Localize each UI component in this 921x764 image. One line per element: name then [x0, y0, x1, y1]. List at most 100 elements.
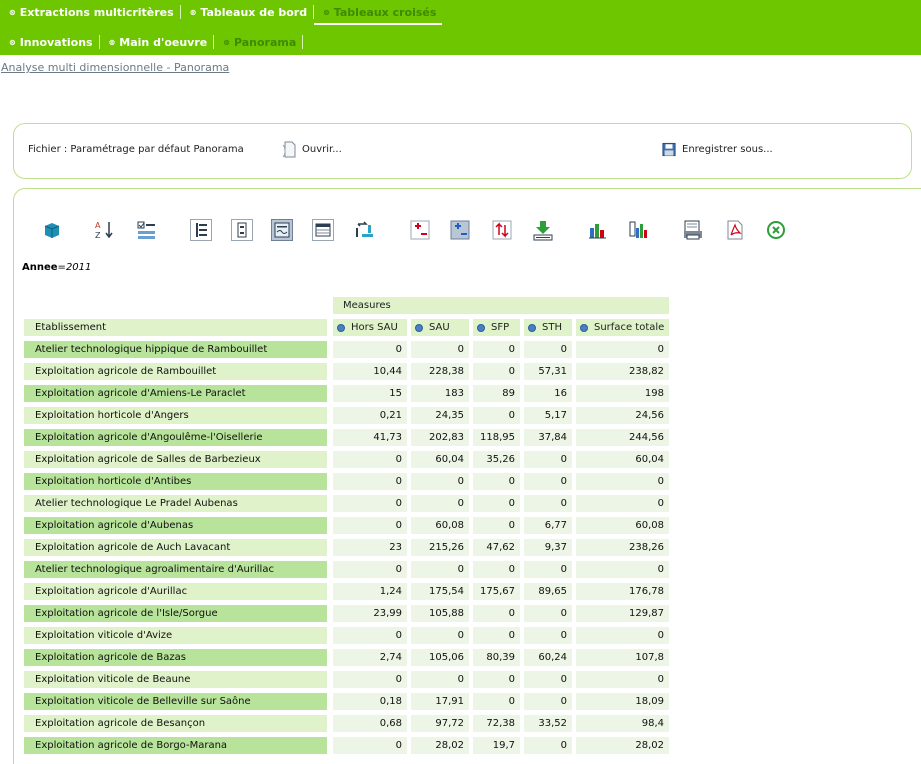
table-cell: 176,78 — [576, 583, 669, 600]
export-download-icon[interactable] — [531, 218, 555, 242]
row-label[interactable]: Exploitation agricole de l'Isle/Sorgue — [24, 605, 327, 622]
breadcrumb-link[interactable]: Analyse multi dimensionnelle - Panorama — [1, 61, 229, 74]
row-label[interactable]: Exploitation agricole de Borgo-Marana — [24, 737, 327, 754]
column-header[interactable]: SAU — [411, 319, 469, 336]
add-blue-icon[interactable] — [448, 218, 472, 242]
table-cell: 57,31 — [524, 363, 572, 380]
column-header[interactable]: Hors SAU — [333, 319, 407, 336]
nav-item-panorama[interactable]: ⊗ Panorama — [214, 36, 302, 49]
nav-item-label: Tableaux croisés — [333, 5, 437, 19]
table-cell: 0 — [576, 473, 669, 490]
row-label[interactable]: Exploitation horticole d'Antibes — [24, 473, 327, 490]
save-as-label: Enregistrer sous... — [682, 144, 773, 155]
table-cell: 60,08 — [411, 517, 469, 534]
nav-item-extractions[interactable]: ⊗ Extractions multicritères — [0, 6, 180, 19]
table-cell: 0 — [524, 605, 572, 622]
sort-updown-icon[interactable] — [490, 218, 514, 242]
row-label[interactable]: Atelier technologique agroalimentaire d'… — [24, 561, 327, 578]
nav-item-tableaux-de-bord[interactable]: ⊗ Tableaux de bord — [181, 6, 313, 19]
filter-key: Annee — [22, 262, 58, 273]
save-as-button[interactable]: Enregistrer sous... — [662, 141, 773, 158]
bar-chart-icon[interactable] — [586, 218, 610, 242]
add-red-icon[interactable] — [408, 218, 432, 242]
row-label[interactable]: Exploitation viticole de Belleville sur … — [24, 693, 327, 710]
table-cell: 47,62 — [473, 539, 520, 556]
table-cell: 244,56 — [576, 429, 669, 446]
row-label[interactable]: Atelier technologique Le Pradel Aubenas — [24, 495, 327, 512]
table-cell: 0 — [333, 495, 407, 512]
table-cell: 60,04 — [411, 451, 469, 468]
table-cell: 0 — [524, 341, 572, 358]
chart-view-icon[interactable] — [271, 219, 293, 241]
bar-chart-table-icon[interactable] — [627, 218, 651, 242]
table-cell: 215,26 — [411, 539, 469, 556]
row-label[interactable]: Exploitation agricole d'Amiens-Le Paracl… — [24, 385, 327, 402]
row-label[interactable]: Atelier technologique hippique de Rambou… — [24, 341, 327, 358]
column-header-label: SAU — [429, 322, 450, 333]
table-cell: 0 — [576, 341, 669, 358]
nav-item-innovations[interactable]: ⊗ Innovations — [0, 36, 99, 49]
checklist-icon[interactable] — [135, 218, 159, 242]
table-cell: 24,35 — [411, 407, 469, 424]
table-cell: 0 — [333, 451, 407, 468]
open-button[interactable]: Ouvrir... — [282, 141, 342, 158]
table-cell: 129,87 — [576, 605, 669, 622]
table-cell: 60,08 — [576, 517, 669, 534]
column-header-label: SFP — [491, 322, 510, 333]
table-cell: 18,09 — [576, 693, 669, 710]
pdf-icon[interactable] — [723, 218, 747, 242]
table-cell: 0 — [333, 473, 407, 490]
expand-rows-icon[interactable] — [190, 219, 212, 241]
table-cell: 0 — [473, 473, 520, 490]
nav-item-tableaux-croises[interactable]: ⊗ Tableaux croisés — [314, 5, 443, 25]
row-label[interactable]: Exploitation agricole d'Aubenas — [24, 517, 327, 534]
measure-bullet-icon — [580, 323, 588, 332]
table-cell: 60,04 — [576, 451, 669, 468]
row-label[interactable]: Exploitation agricole de Rambouillet — [24, 363, 327, 380]
file-label: Fichier : Paramétrage par défaut Panoram… — [28, 144, 244, 155]
table-cell: 0 — [473, 693, 520, 710]
row-label[interactable]: Exploitation viticole d'Avize — [24, 627, 327, 644]
table-view-icon[interactable] — [312, 219, 334, 241]
table-cell: 60,24 — [524, 649, 572, 666]
table-cell: 0 — [524, 737, 572, 754]
row-label[interactable]: Exploitation viticole de Beaune — [24, 671, 327, 688]
expand-columns-icon[interactable] — [231, 219, 253, 241]
row-label[interactable]: Exploitation agricole d'Aurillac — [24, 583, 327, 600]
swap-axes-icon[interactable] — [353, 218, 377, 242]
column-header[interactable]: Surface totale — [576, 319, 669, 336]
table-cell: 9,37 — [524, 539, 572, 556]
table-cell: 0 — [473, 627, 520, 644]
floppy-disk-icon — [662, 142, 676, 157]
table-cell: 24,56 — [576, 407, 669, 424]
row-label[interactable]: Exploitation agricole de Salles de Barbe… — [24, 451, 327, 468]
sort-az-icon[interactable]: AZ — [93, 218, 117, 242]
row-label[interactable]: Exploitation horticole d'Angers — [24, 407, 327, 424]
column-header-label: STH — [542, 322, 562, 333]
table-cell: 0 — [411, 473, 469, 490]
table-cell: 19,7 — [473, 737, 520, 754]
nav-item-main-doeuvre[interactable]: ⊗ Main d'oeuvre — [100, 36, 214, 49]
table-cell: 89 — [473, 385, 520, 402]
nav-bullet-icon: ⊗ — [9, 37, 16, 47]
table-cell: 0 — [524, 473, 572, 490]
table-cell: 0 — [333, 517, 407, 534]
column-header[interactable]: STH — [524, 319, 572, 336]
excel-icon[interactable] — [764, 218, 788, 242]
row-label[interactable]: Exploitation agricole de Besançon — [24, 715, 327, 732]
nav-item-label: Main d'oeuvre — [119, 35, 208, 49]
measure-bullet-icon — [337, 323, 345, 332]
row-label[interactable]: Exploitation agricole de Auch Lavacant — [24, 539, 327, 556]
measure-bullet-icon — [477, 323, 485, 332]
table-cell: 97,72 — [411, 715, 469, 732]
nav-bullet-icon: ⊗ — [189, 7, 197, 17]
row-label[interactable]: Exploitation agricole de Bazas — [24, 649, 327, 666]
table-cell: 0 — [333, 627, 407, 644]
cube-icon[interactable] — [40, 218, 64, 242]
column-header[interactable]: SFP — [473, 319, 520, 336]
table-cell: 89,65 — [524, 583, 572, 600]
row-label[interactable]: Exploitation agricole d'Angoulême-l'Oise… — [24, 429, 327, 446]
table-cell: 5,17 — [524, 407, 572, 424]
column-header-label: Surface totale — [594, 322, 665, 333]
print-preview-icon[interactable] — [681, 218, 705, 242]
